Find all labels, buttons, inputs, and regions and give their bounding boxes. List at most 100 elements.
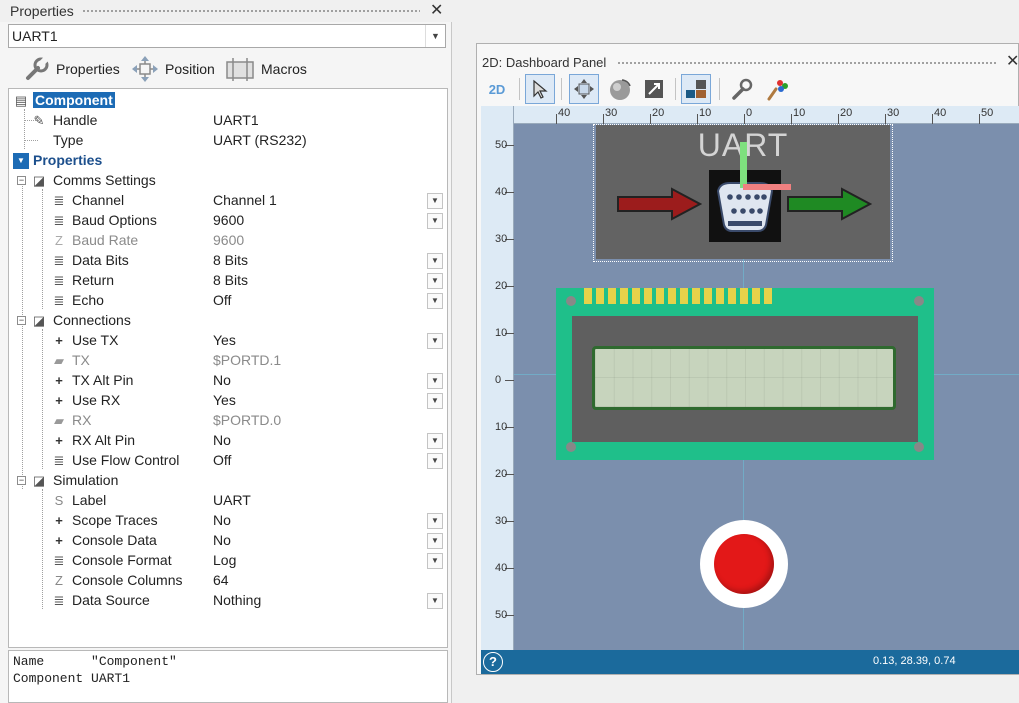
row-properties-section[interactable]: ▼ Properties xyxy=(9,151,447,171)
console-format-value[interactable]: Log xyxy=(213,552,236,568)
chevron-down-icon[interactable]: ▼ xyxy=(427,213,443,229)
help-icon[interactable]: ? xyxy=(483,652,503,672)
baud-options-value[interactable]: 9600 xyxy=(213,212,244,228)
view-2d-button[interactable]: 2D xyxy=(483,74,511,104)
tab-macros[interactable]: Macros xyxy=(225,52,307,86)
property-description: Name "Component" Component UART1 xyxy=(8,650,448,703)
collapse-icon[interactable]: ▼ xyxy=(13,153,29,169)
property-grid: ▤ Component ✎ Handle UART1 Type UART (RS… xyxy=(8,88,448,648)
rotate-tool-button[interactable] xyxy=(605,74,635,104)
chevron-down-icon[interactable]: ▼ xyxy=(427,333,443,349)
push-button-cap[interactable] xyxy=(714,534,774,594)
row-use-tx[interactable]: + Use TX Yes ▼ xyxy=(9,331,447,351)
tab-properties[interactable]: Properties xyxy=(24,52,120,86)
list-icon: ≣ xyxy=(53,293,65,308)
paint-icon xyxy=(767,80,788,101)
row-echo[interactable]: ≣ Echo Off ▼ xyxy=(9,291,447,311)
component-select[interactable]: UART1 ▼ xyxy=(8,24,446,48)
chevron-down-icon[interactable]: ▼ xyxy=(427,553,443,569)
rx-alt-pin-value[interactable]: No xyxy=(213,432,231,448)
plus-icon: + xyxy=(55,533,63,548)
row-use-rx[interactable]: + Use RX Yes ▼ xyxy=(9,391,447,411)
echo-value[interactable]: Off xyxy=(213,292,231,308)
chevron-down-icon[interactable]: ▼ xyxy=(427,193,443,209)
properties-titlebar[interactable]: Properties ✕ xyxy=(0,0,452,22)
dashboard-toolbar: 2D xyxy=(481,74,1019,106)
row-baud-options[interactable]: ≣ Baud Options 9600 ▼ xyxy=(9,211,447,231)
properties-tabs: Properties Position Macros xyxy=(0,52,452,86)
chevron-down-icon[interactable]: ▼ xyxy=(427,593,443,609)
console-data-value[interactable]: No xyxy=(213,532,231,548)
chevron-down-icon[interactable]: ▼ xyxy=(427,373,443,389)
console-columns-value[interactable]: 64 xyxy=(213,572,229,588)
channel-value[interactable]: Channel 1 xyxy=(213,192,277,208)
push-button-component[interactable] xyxy=(700,520,788,608)
close-icon[interactable]: ✕ xyxy=(430,3,443,19)
row-return[interactable]: ≣ Return 8 Bits ▼ xyxy=(9,271,447,291)
lcd-component[interactable] xyxy=(556,288,934,460)
row-group-connections[interactable]: − ◪ Connections xyxy=(9,311,447,331)
chevron-down-icon[interactable]: ▼ xyxy=(427,433,443,449)
arrow-out-icon xyxy=(787,187,872,221)
folder-icon: ◪ xyxy=(32,473,46,488)
chevron-down-icon[interactable]: ▼ xyxy=(427,393,443,409)
layout-tool-button[interactable] xyxy=(681,74,711,104)
use-flow-control-value[interactable]: Off xyxy=(213,452,231,468)
row-group-comms-settings[interactable]: − ◪ Comms Settings xyxy=(9,171,447,191)
close-icon[interactable]: ✕ xyxy=(1006,54,1019,70)
label-value[interactable]: UART xyxy=(213,492,251,508)
select-tool-button[interactable] xyxy=(525,74,555,104)
row-console-columns[interactable]: Z Console Columns 64 xyxy=(9,571,447,591)
row-channel[interactable]: ≣ Channel Channel 1 ▼ xyxy=(9,191,447,211)
type-value: UART (RS232) xyxy=(213,132,307,148)
data-source-value[interactable]: Nothing xyxy=(213,592,261,608)
chevron-down-icon[interactable]: ▼ xyxy=(427,453,443,469)
tools-button[interactable] xyxy=(727,74,757,104)
ruler-tick-label: 10 xyxy=(495,327,508,339)
gizmo-y-axis[interactable] xyxy=(740,142,747,188)
row-component[interactable]: ▤ Component xyxy=(9,91,447,111)
collapse-icon[interactable]: − xyxy=(17,176,26,185)
return-value[interactable]: 8 Bits xyxy=(213,272,248,288)
row-data-source[interactable]: ≣ Data Source Nothing ▼ xyxy=(9,591,447,611)
row-use-flow-control[interactable]: ≣ Use Flow Control Off ▼ xyxy=(9,451,447,471)
chevron-down-icon[interactable]: ▼ xyxy=(425,25,445,47)
description-line: Name "Component" xyxy=(13,654,177,669)
dashboard-canvas[interactable]: UART xyxy=(481,106,1019,650)
row-group-simulation[interactable]: − ◪ Simulation xyxy=(9,471,447,491)
move-tool-button[interactable] xyxy=(569,74,599,104)
row-data-bits[interactable]: ≣ Data Bits 8 Bits ▼ xyxy=(9,251,447,271)
layout-icon xyxy=(686,80,706,98)
row-console-data[interactable]: + Console Data No ▼ xyxy=(9,531,447,551)
move-icon xyxy=(574,79,594,99)
ruler-tick-label: 30 xyxy=(495,233,508,245)
chevron-down-icon[interactable]: ▼ xyxy=(427,273,443,289)
row-tx-alt-pin[interactable]: + TX Alt Pin No ▼ xyxy=(9,371,447,391)
use-rx-value[interactable]: Yes xyxy=(213,392,236,408)
row-console-format[interactable]: ≣ Console Format Log ▼ xyxy=(9,551,447,571)
tx-alt-pin-value[interactable]: No xyxy=(213,372,231,388)
row-handle[interactable]: ✎ Handle UART1 xyxy=(9,111,447,131)
row-label: Baud Options xyxy=(72,212,157,228)
handle-value[interactable]: UART1 xyxy=(213,112,259,128)
chevron-down-icon[interactable]: ▼ xyxy=(427,533,443,549)
chevron-down-icon[interactable]: ▼ xyxy=(427,253,443,269)
collapse-icon[interactable]: − xyxy=(17,316,26,325)
drag-grip[interactable] xyxy=(617,61,997,65)
scope-traces-value[interactable]: No xyxy=(213,512,231,528)
row-rx-alt-pin[interactable]: + RX Alt Pin No ▼ xyxy=(9,431,447,451)
use-tx-value[interactable]: Yes xyxy=(213,332,236,348)
drag-grip[interactable] xyxy=(82,9,420,13)
color-tool-button[interactable] xyxy=(763,74,793,104)
chevron-down-icon[interactable]: ▼ xyxy=(427,293,443,309)
tab-position[interactable]: Position xyxy=(131,52,215,86)
scale-tool-button[interactable] xyxy=(639,74,669,104)
chevron-down-icon[interactable]: ▼ xyxy=(427,513,443,529)
ruler-tick-label: 10 xyxy=(793,107,806,119)
data-bits-value[interactable]: 8 Bits xyxy=(213,252,248,268)
row-label: Echo xyxy=(72,292,104,308)
row-scope-traces[interactable]: + Scope Traces No ▼ xyxy=(9,511,447,531)
row-label-prop[interactable]: S Label UART xyxy=(9,491,447,511)
gizmo-x-axis[interactable] xyxy=(743,184,791,190)
collapse-icon[interactable]: − xyxy=(17,476,26,485)
